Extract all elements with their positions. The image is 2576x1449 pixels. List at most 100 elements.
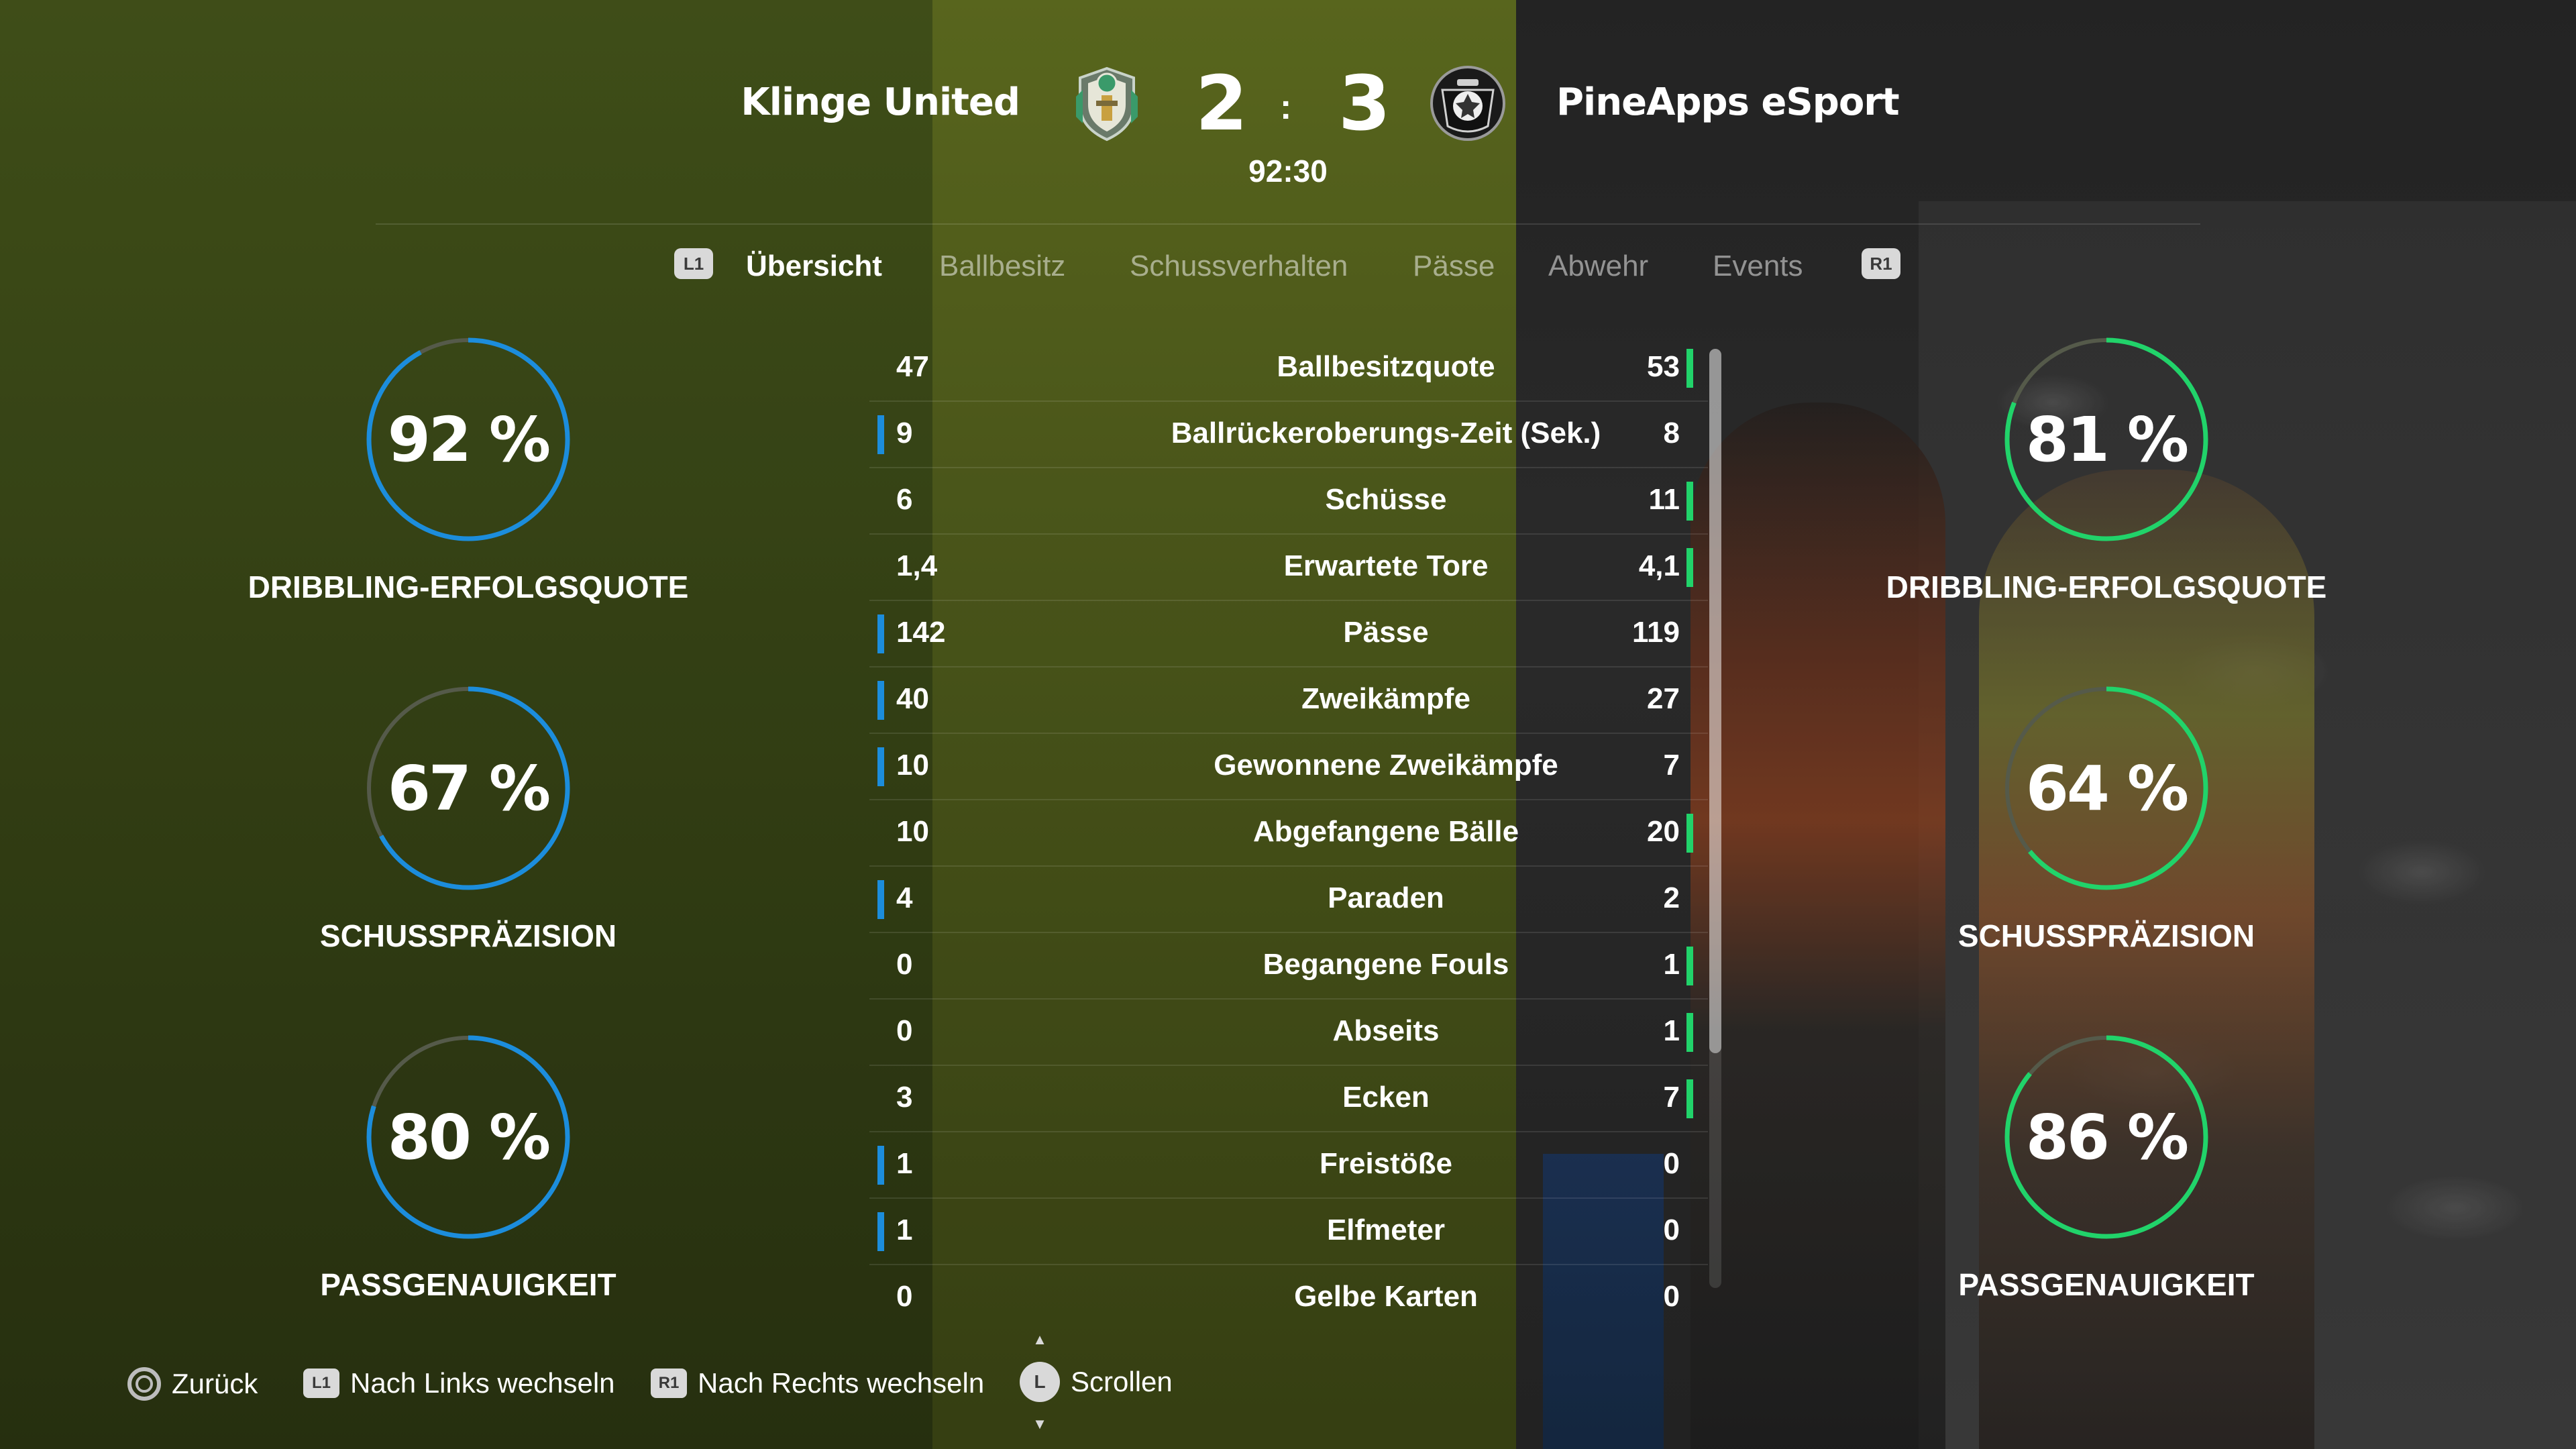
stat-away-value: 20 [1647,815,1680,848]
stat-row: 142 Pässe 119 [869,601,1708,667]
stat-row: 6 Schüsse 11 [869,468,1708,535]
stat-name: Gewonnene Zweikämpfe [1214,749,1558,782]
switch-left-label: Nach Links wechseln [350,1367,615,1399]
back-label: Zurück [172,1368,258,1399]
stat-away-value: 7 [1663,1081,1680,1114]
r1-button-icon[interactable]: R1 [1862,248,1900,279]
stat-row: 0 Abseits 1 [869,1000,1708,1066]
stat-home-value: 9 [896,417,913,449]
scroll-label: Scrollen [1071,1366,1173,1397]
away-leader-bar [1686,482,1693,521]
circle-button-icon [127,1367,161,1401]
stat-home-value: 1,4 [896,549,938,582]
ring-label: DRIBBLING-ERFOLGSQUOTE [1886,570,2327,604]
away-leader-bar [1686,548,1693,587]
r1-button-icon: R1 [651,1368,687,1398]
switch-right-hint[interactable]: R1 Nach Rechts wechseln [651,1367,984,1399]
away-score: 3 [1338,60,1391,148]
ring-label: PASSGENAUIGKEIT [320,1267,616,1302]
stat-name: Gelbe Karten [1294,1280,1478,1313]
stat-away-value: 27 [1647,682,1680,715]
stat-row: 0 Gelbe Karten 0 [869,1265,1708,1330]
tab-events[interactable]: Events [1713,250,1803,283]
stats-tabs: L1 Übersicht Ballbesitz Schussverhalten … [0,248,2576,302]
scrollbar-thumb[interactable] [1709,349,1721,1053]
away-leader-bar [1686,1013,1693,1052]
stats-table[interactable]: 47 Ballbesitzquote 53 9 Ballrückeroberun… [869,335,1708,1330]
left-stick-icon: L [1020,1331,1060,1433]
stat-home-value: 0 [896,1280,913,1313]
stat-name: Schüsse [1325,483,1447,516]
tab-uebersicht[interactable]: Übersicht [746,250,882,283]
stat-away-value: 119 [1632,616,1680,649]
klinge-united-crest-icon [1067,63,1147,144]
stat-name: Elfmeter [1326,1214,1446,1246]
home-leader-bar [877,681,884,720]
stat-name: Abseits [1332,1014,1440,1047]
controller-hints: Zurück L1 Nach Links wechseln R1 Nach Re… [127,1331,1469,1433]
ring-label: DRIBBLING-ERFOLGSQUOTE [248,570,689,604]
stat-home-value: 6 [896,483,913,516]
tab-ballbesitz[interactable]: Ballbesitz [939,250,1065,283]
stat-row: 9 Ballrückeroberungs-Zeit (Sek.) 8 [869,402,1708,468]
switch-left-hint[interactable]: L1 Nach Links wechseln [303,1367,615,1399]
away-leader-bar [1686,814,1693,853]
stat-name: Zweikämpfe [1301,682,1470,715]
score-separator: : [1280,88,1292,127]
away-dribbling-ring: 81 % DRIBBLING-ERFOLGSQUOTE [1865,329,2348,605]
ring-label: SCHUSSPRÄZISION [319,918,617,953]
stat-home-value: 4 [896,881,913,914]
home-leader-bar [877,747,884,786]
ring-value: 81 % [2025,403,2189,476]
stat-row: 47 Ballbesitzquote 53 [869,335,1708,402]
stat-home-value: 1 [896,1214,913,1246]
back-hint[interactable]: Zurück [127,1367,258,1401]
l1-button-icon[interactable]: L1 [674,248,713,279]
stat-away-value: 1 [1663,948,1680,981]
stat-row: 1 Freistöße 0 [869,1132,1708,1199]
home-leader-bar [877,880,884,919]
ring-value: 92 % [387,403,551,476]
stat-away-value: 4,1 [1638,549,1680,582]
home-leader-bar [877,1146,884,1185]
stat-home-value: 10 [896,815,929,848]
stat-name: Ballrückeroberungs-Zeit (Sek.) [1171,417,1601,449]
tab-paesse[interactable]: Pässe [1413,250,1495,283]
ring-value: 80 % [387,1101,551,1173]
stat-home-value: 0 [896,948,913,981]
home-passing-ring: 80 % PASSGENAUIGKEIT [227,1026,710,1303]
scroll-hint[interactable]: L Scrollen [1020,1331,1173,1433]
ring-value: 64 % [2025,752,2189,824]
away-team-name: PineApps eSport [1556,80,1900,124]
l1-button-icon: L1 [303,1368,339,1398]
tab-schussverhalten[interactable]: Schussverhalten [1130,250,1348,283]
away-leader-bar [1686,1079,1693,1118]
home-leader-bar [877,1212,884,1251]
stat-away-value: 8 [1663,417,1680,449]
stat-name: Ecken [1342,1081,1430,1114]
stat-name: Ballbesitzquote [1277,350,1495,383]
stats-scrollbar[interactable] [1709,349,1721,1288]
stat-name: Abgefangene Bälle [1252,815,1519,848]
stat-away-value: 2 [1663,881,1680,914]
stat-row: 10 Gewonnene Zweikämpfe 7 [869,734,1708,800]
ring-value: 67 % [387,752,551,824]
away-leader-bar [1686,947,1693,985]
stat-row: 10 Abgefangene Bälle 20 [869,800,1708,867]
stat-name: Begangene Fouls [1263,948,1509,981]
stat-away-value: 1 [1663,1014,1680,1047]
stat-row: 3 Ecken 7 [869,1066,1708,1132]
stat-away-value: 0 [1663,1214,1680,1246]
stat-home-value: 47 [896,350,929,383]
home-score: 2 [1195,60,1248,148]
stat-name: Freistöße [1319,1147,1453,1180]
home-team-name: Klinge United [741,80,1020,124]
stat-name: Pässe [1343,616,1429,649]
stat-row: 1,4 Erwartete Tore 4,1 [869,535,1708,601]
progress-ring: 92 % [358,329,579,550]
stat-home-value: 0 [896,1014,913,1047]
home-shooting-ring: 67 % SCHUSSPRÄZISION [227,678,710,954]
stat-away-value: 0 [1663,1280,1680,1313]
tab-abwehr[interactable]: Abwehr [1548,250,1648,283]
match-header: Klinge United 2 : 3 92:30 PineApps eSpor… [0,54,2576,225]
